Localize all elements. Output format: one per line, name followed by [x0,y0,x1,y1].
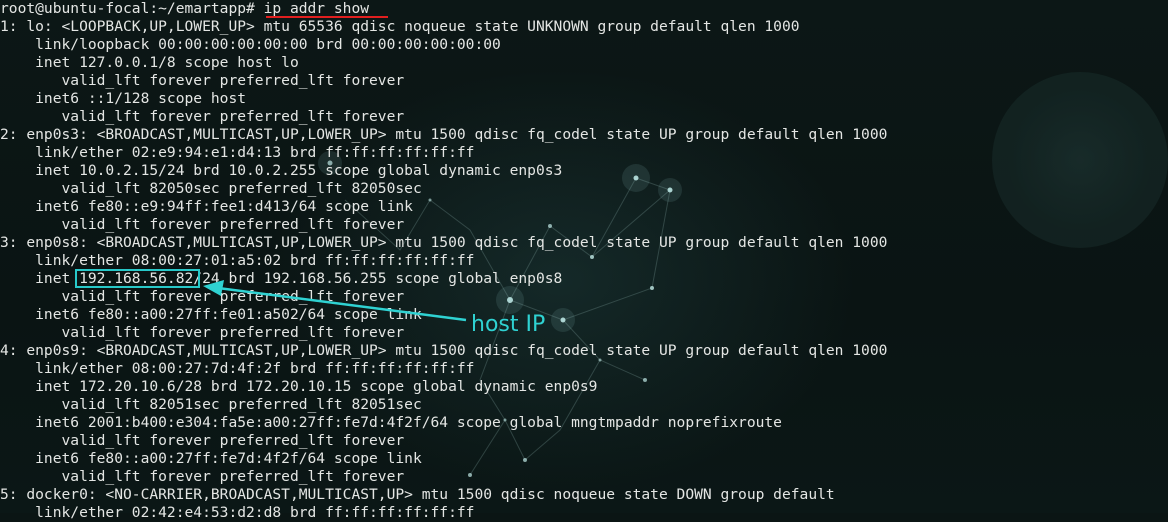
arrow-left-icon [203,280,467,322]
host-ip-label: host IP [471,312,546,337]
